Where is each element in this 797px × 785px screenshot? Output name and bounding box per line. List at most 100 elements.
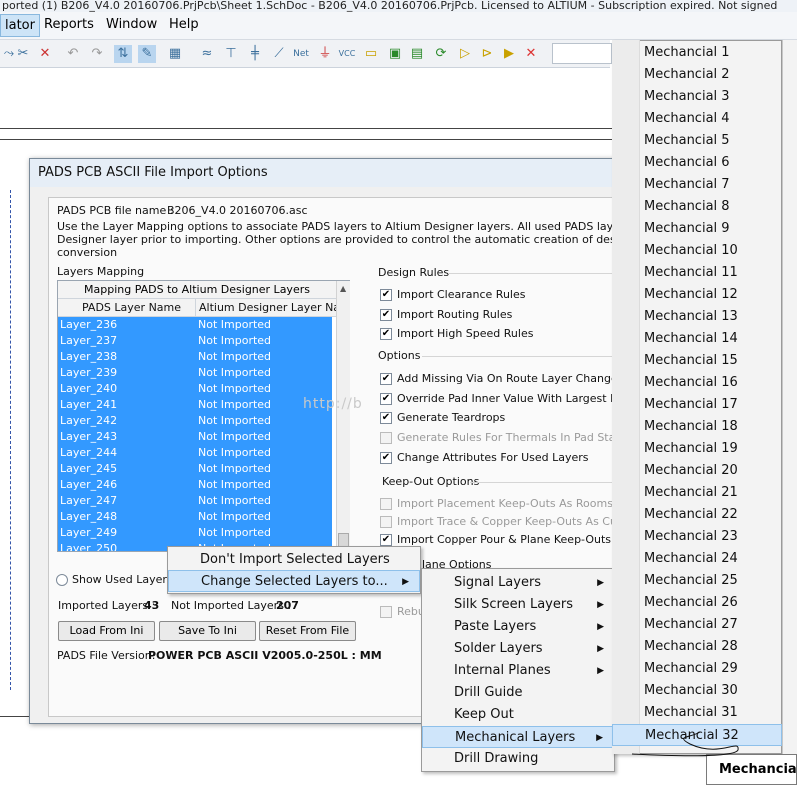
layer-row[interactable]: Layer_246 Not Imported xyxy=(58,477,332,493)
mechanical-layers-item[interactable]: Mechanical Layers ▶ xyxy=(422,726,614,748)
col-pads-layer[interactable]: PADS Layer Name xyxy=(82,301,181,314)
change-attributes-checkbox[interactable]: ✔ xyxy=(380,452,392,464)
no-erc-icon[interactable]: ✕ xyxy=(522,45,540,63)
layer-row[interactable]: Layer_248 Not Imported xyxy=(58,509,332,525)
mechanical-item[interactable]: Mechancial 18 xyxy=(612,416,782,438)
reset-from-file-button[interactable]: Reset From File xyxy=(259,621,356,641)
vcc-icon[interactable]: VCC xyxy=(338,45,356,63)
drill-guide-item[interactable]: Drill Guide xyxy=(422,682,614,704)
menu-help[interactable]: Help xyxy=(169,17,199,32)
mechanical-item[interactable]: Mechancial 6 xyxy=(612,152,782,174)
layer-row[interactable]: Layer_240 Not Imported xyxy=(58,381,332,397)
signal-layers-item[interactable]: Signal Layers ▶ xyxy=(422,572,614,594)
layer-row[interactable]: Layer_236 Not Imported xyxy=(58,317,332,333)
load-from-ini-button[interactable]: Load From Ini xyxy=(58,621,155,641)
layer-row[interactable]: Layer_238 Not Imported xyxy=(58,349,332,365)
drill-drawing-item[interactable]: Drill Drawing xyxy=(422,748,614,770)
mechanical-item[interactable]: Mechancial 11 xyxy=(612,262,782,284)
change-selected-layers-item[interactable]: Change Selected Layers to... ▶ xyxy=(168,570,420,592)
highlight-icon[interactable]: ✎ xyxy=(138,45,156,63)
mechanical-item[interactable]: Mechancial 8 xyxy=(612,196,782,218)
mechanical-item[interactable]: Mechancial 22 xyxy=(612,504,782,526)
show-used-layers-radio[interactable] xyxy=(56,574,68,586)
cross-probe-icon[interactable]: ✂ xyxy=(14,45,32,63)
copper-pour-keepouts-checkbox[interactable]: ✔ xyxy=(380,534,392,546)
mechanical-item[interactable]: Mechancial 9 xyxy=(612,218,782,240)
mechanical-item[interactable]: Mechancial 4 xyxy=(612,108,782,130)
mechanical-item[interactable]: Mechancial 21 xyxy=(612,482,782,504)
mechanical-item[interactable]: Mechancial 7 xyxy=(612,174,782,196)
layer-row[interactable]: Layer_249 Not Imported xyxy=(58,525,332,541)
silk-screen-layers-item[interactable]: Silk Screen Layers ▶ xyxy=(422,594,614,616)
override-pad-checkbox[interactable]: ✔ xyxy=(380,393,392,405)
layer-row[interactable]: Layer_244 Not Imported xyxy=(58,445,332,461)
mechanical-item[interactable]: Mechancial 14 xyxy=(612,328,782,350)
mechanical-item[interactable]: Mechancial 13 xyxy=(612,306,782,328)
paste-layers-item[interactable]: Paste Layers ▶ xyxy=(422,616,614,638)
add-missing-via-checkbox[interactable]: ✔ xyxy=(380,373,392,385)
save-to-ini-button[interactable]: Save To Ini xyxy=(159,621,256,641)
mechanical-item[interactable]: Mechancial 2 xyxy=(612,64,782,86)
mechanical-item[interactable]: Mechancial 1 xyxy=(612,42,782,64)
layers-mapping-grid[interactable]: Mapping PADS to Altium Designer Layers P… xyxy=(57,280,351,552)
mechanical-item[interactable]: Mechancial 25 xyxy=(612,570,782,592)
port2-icon[interactable]: ⊳ xyxy=(478,45,496,63)
solder-layers-item[interactable]: Solder Layers ▶ xyxy=(422,638,614,660)
library-icon[interactable]: ▦ xyxy=(166,45,184,63)
directive-icon[interactable]: ▶ xyxy=(500,45,518,63)
mechanical-item[interactable]: Mechancial 26 xyxy=(612,592,782,614)
layer-row[interactable]: Layer_241 Not Imported xyxy=(58,397,332,413)
import-high-speed-checkbox[interactable]: ✔ xyxy=(380,328,392,340)
bus-entry-icon[interactable]: ╪ xyxy=(246,45,264,63)
mechanical-item[interactable]: Mechancial 31 xyxy=(612,702,782,724)
menu-lator[interactable]: lator xyxy=(0,14,40,37)
import-routing-checkbox[interactable]: ✔ xyxy=(380,309,392,321)
col-altium-layer[interactable]: Altium Designer Layer Na... xyxy=(199,301,351,314)
gnd-icon[interactable]: ⏚ xyxy=(316,45,334,63)
mechanical-item[interactable]: Mechancial 15 xyxy=(612,350,782,372)
redo-icon[interactable]: ↷ xyxy=(88,45,106,63)
mechanical-item[interactable]: Mechancial 30 xyxy=(612,680,782,702)
port-icon[interactable]: ▷ xyxy=(456,45,474,63)
sheet-entry-icon[interactable]: ▤ xyxy=(408,45,426,63)
mechanical-item[interactable]: Mechancial 29 xyxy=(612,658,782,680)
layer-row[interactable]: Layer_245 Not Imported xyxy=(58,461,332,477)
keep-out-item[interactable]: Keep Out xyxy=(422,704,614,726)
menu-reports[interactable]: Reports xyxy=(44,17,94,32)
mechanical-item[interactable]: Mechancial 17 xyxy=(612,394,782,416)
mechanical-item[interactable]: Mechancial 23 xyxy=(612,526,782,548)
place-wire-icon[interactable]: ≈ xyxy=(198,45,216,63)
menu-window[interactable]: Window xyxy=(106,17,157,32)
generate-teardrops-checkbox[interactable]: ✔ xyxy=(380,412,392,424)
net-entry-icon[interactable]: ⟋ xyxy=(270,45,288,63)
mechanical-item[interactable]: Mechancial 10 xyxy=(612,240,782,262)
up-down-icon[interactable]: ⇅ xyxy=(114,45,132,63)
mechanical-item[interactable]: Mechancial 19 xyxy=(612,438,782,460)
mechanical-item[interactable]: Mechancial 12 xyxy=(612,284,782,306)
clear-icon[interactable]: ✕ xyxy=(36,45,54,63)
mechanical-item[interactable]: Mechancial 20 xyxy=(612,460,782,482)
layer-row[interactable]: Layer_237 Not Imported xyxy=(58,333,332,349)
mechanical-item[interactable]: Mechancial 27 xyxy=(612,614,782,636)
mechanical-item[interactable]: Mechancial 16 xyxy=(612,372,782,394)
device-sheet-icon[interactable]: ⟳ xyxy=(432,45,450,63)
mechanical-item[interactable]: Mechancial 5 xyxy=(612,130,782,152)
sheet-symbol-icon[interactable]: ▣ xyxy=(386,45,404,63)
place-bus-icon[interactable]: ⊤ xyxy=(222,45,240,63)
layer-row[interactable]: Layer_242 Not Imported xyxy=(58,413,332,429)
import-clearance-checkbox[interactable]: ✔ xyxy=(380,289,392,301)
layer-row[interactable]: Layer_247 Not Imported xyxy=(58,493,332,509)
net-label-icon[interactable]: Net xyxy=(292,45,310,63)
mechanical-item[interactable]: Mechancial 24 xyxy=(612,548,782,570)
dont-import-item[interactable]: Don't Import Selected Layers xyxy=(168,549,420,571)
part-icon[interactable]: ▭ xyxy=(362,45,380,63)
mechanical-item[interactable]: Mechancial 3 xyxy=(612,86,782,108)
layer-row[interactable]: Layer_243 Not Imported xyxy=(58,429,332,445)
internal-planes-item[interactable]: Internal Planes ▶ xyxy=(422,660,614,682)
scroll-up-icon[interactable]: ▲ xyxy=(340,284,346,293)
layer-row[interactable]: Layer_239 Not Imported xyxy=(58,365,332,381)
undo-icon[interactable]: ↶ xyxy=(64,45,82,63)
vertical-scrollbar[interactable]: ▲ xyxy=(336,281,350,551)
mechanical-item[interactable]: Mechancial 28 xyxy=(612,636,782,658)
toolbar-combo[interactable] xyxy=(552,43,612,64)
